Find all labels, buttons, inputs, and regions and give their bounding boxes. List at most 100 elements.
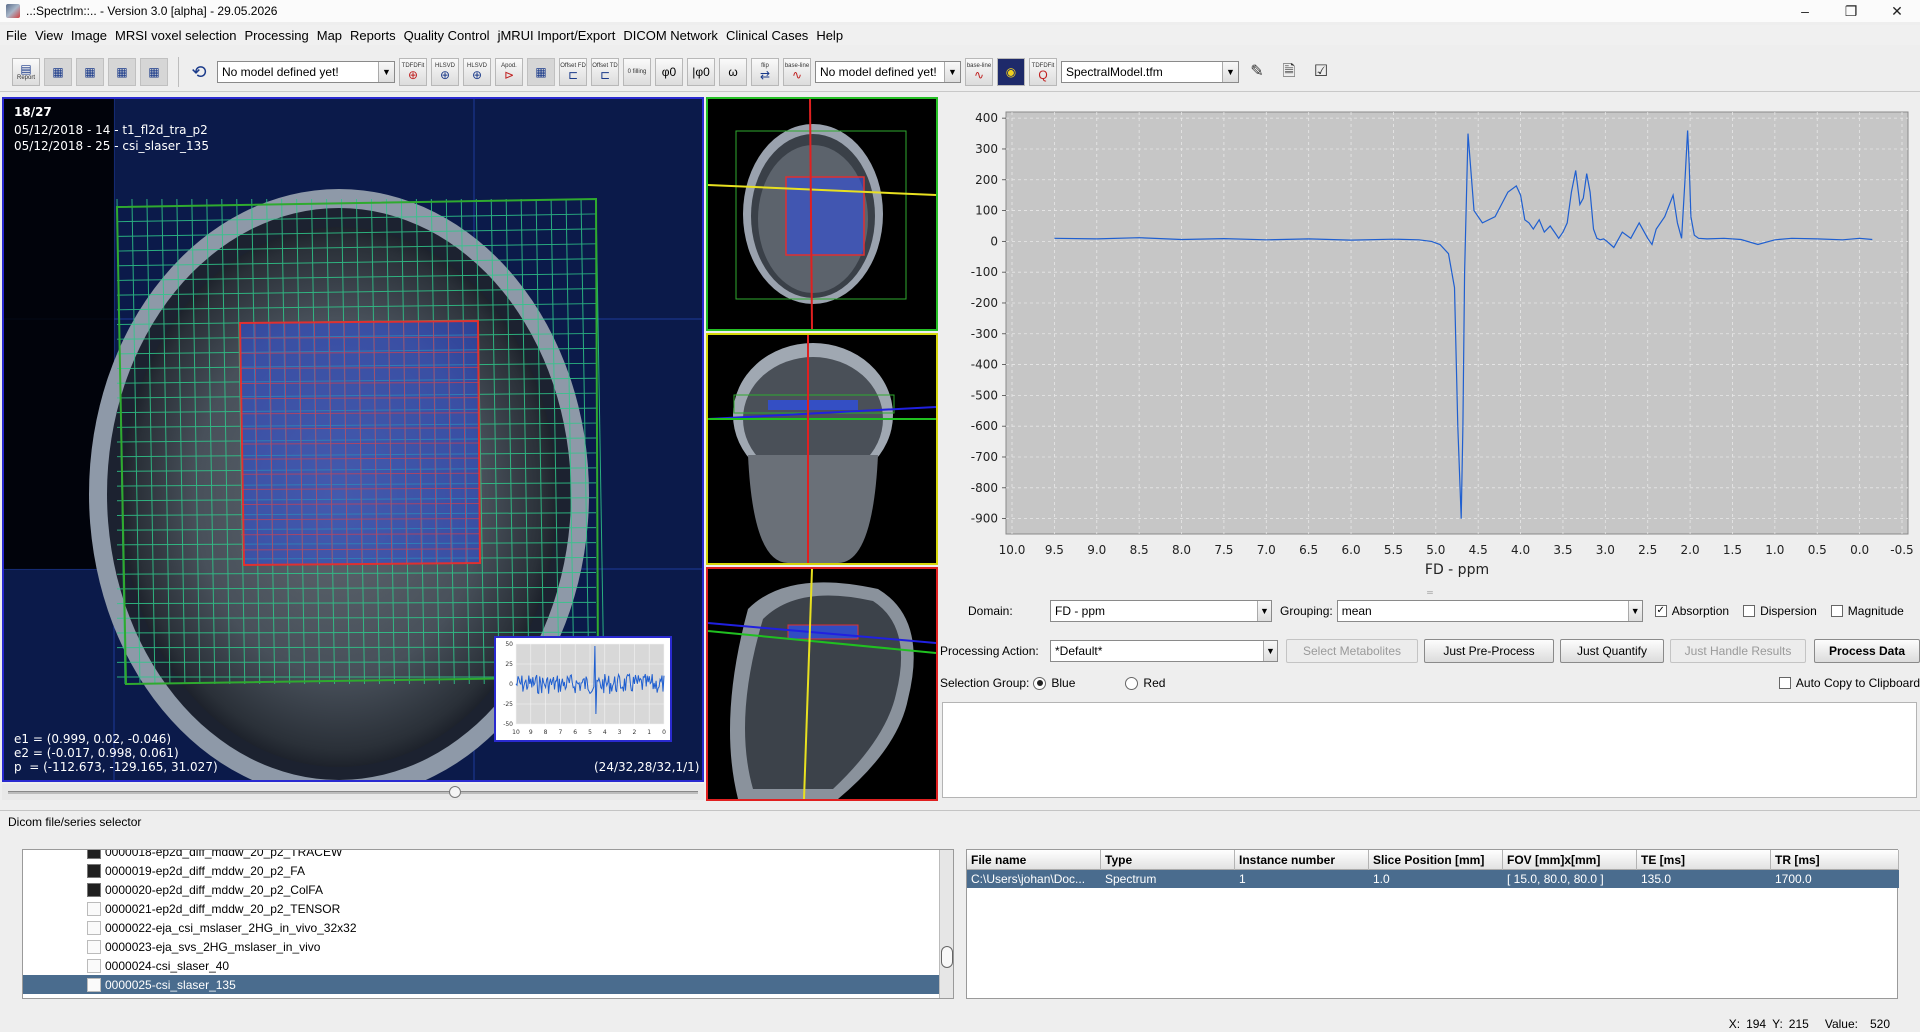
menu-mrsi-voxel-selection[interactable]: MRSI voxel selection [115, 28, 236, 43]
list-item[interactable]: 0000024-csi_slaser_40 [23, 956, 941, 975]
domain-select[interactable]: FD - ppm ▼ [1050, 600, 1272, 622]
baseline-button[interactable]: base-line ∿ [783, 57, 811, 86]
offset-td-button[interactable]: Offset TD ⊏ [591, 57, 619, 86]
abs-phase-zero-button[interactable]: |φ0 [687, 57, 715, 86]
list-item[interactable]: 0000021-ep2d_diff_mddw_20_p2_TENSOR [23, 899, 941, 918]
layout-3-button[interactable]: ▦ [108, 57, 136, 86]
red-radio[interactable] [1125, 676, 1139, 690]
menu-view[interactable]: View [35, 28, 63, 43]
offset-icon: ⊏ [599, 67, 611, 82]
tdfdfit-button[interactable]: TDFDFit ⊕ [399, 57, 427, 86]
list-item[interactable]: 0000020-ep2d_diff_mddw_20_p2_ColFA [23, 880, 941, 899]
spectrum-chart[interactable]: 400 300 200 100 0 -100 -200 -300 -400 -500 -600 -70… [944, 106, 1918, 582]
menu-jmrui-import-export[interactable]: jMRUI Import/Export [498, 28, 616, 43]
process-data-button[interactable]: Process Data [1814, 639, 1920, 663]
checklist-button[interactable]: ☑ [1307, 58, 1335, 86]
series-label: 0000024-csi_slaser_40 [105, 958, 230, 973]
phase-zero-button[interactable]: φ0 [655, 57, 683, 86]
refresh-button[interactable]: ⟲ [185, 58, 213, 86]
slice-slider[interactable] [2, 784, 704, 800]
just-quantify-button[interactable]: Just Quantify [1560, 639, 1664, 663]
just-handle-results-button[interactable]: Just Handle Results [1670, 639, 1806, 663]
y-tick-label: -700 [971, 450, 998, 464]
list-item[interactable]: 0000023-eja_svs_2HG_mslaser_in_vivo [23, 937, 941, 956]
absorption-option[interactable]: ✓ Absorption [1654, 604, 1729, 618]
menu-processing[interactable]: Processing [244, 28, 308, 43]
list-item-selected[interactable]: 0000025-csi_slaser_135 [23, 975, 941, 994]
apodization-button[interactable]: Apod. ⊳ [495, 57, 523, 86]
minimize-button[interactable]: – [1782, 0, 1828, 22]
flip-button[interactable]: flip ⇄ [751, 57, 779, 86]
menu-map[interactable]: Map [317, 28, 342, 43]
tdfdfit-2-button[interactable]: TDFDFit Q [1029, 57, 1057, 86]
omega-button[interactable]: ω [719, 57, 747, 86]
menu-quality-control[interactable]: Quality Control [404, 28, 490, 43]
model-file-value: SpectralModel.tfm [1066, 64, 1163, 79]
results-text-area[interactable] [942, 702, 1917, 798]
column-header[interactable]: File name [967, 850, 1101, 870]
file-table[interactable]: File name Type Instance number Slice Pos… [966, 849, 1899, 999]
blue-radio[interactable] [1033, 676, 1047, 690]
list-item[interactable]: 0000022-eja_csi_mslaser_2HG_in_vivo_32x3… [23, 918, 941, 937]
magnitude-option[interactable]: Magnitude [1830, 604, 1904, 618]
slider-knob[interactable] [448, 786, 461, 798]
offset-fd-button[interactable]: Offset FD ⊏ [559, 57, 587, 86]
menu-reports[interactable]: Reports [350, 28, 396, 43]
list-item[interactable]: 0000018-ep2d_diff_mddw_20_p2_TRACEW [23, 850, 941, 861]
menu-image[interactable]: Image [71, 28, 107, 43]
magnitude-checkbox[interactable] [1830, 605, 1843, 617]
document-settings-button[interactable]: 🗎 [1275, 58, 1303, 86]
voxel-spectrum-inset[interactable]: 50 25 0 -25 -50 10 9 8 7 6 5 4 3 2 1 0 [494, 636, 672, 742]
column-header[interactable]: Slice Position [mm] [1369, 850, 1503, 870]
blue-group-option[interactable]: Blue [1033, 676, 1075, 690]
spectrum-series-icon [87, 958, 101, 973]
hlsvd-2-button[interactable]: HLSVD ⊕ [463, 57, 491, 86]
disabled-tool-button[interactable]: ▦ [527, 57, 555, 86]
zero-filling-button[interactable]: 0 filling [623, 57, 651, 86]
dispersion-checkbox[interactable] [1743, 605, 1756, 617]
lcmodel-button[interactable]: ◉ [997, 57, 1025, 86]
menu-help[interactable]: Help [816, 28, 843, 43]
series-tree[interactable]: 0000018-ep2d_diff_mddw_20_p2_TRACEW 0000… [22, 849, 954, 999]
layout-4-button[interactable]: ▦ [140, 57, 168, 86]
column-header[interactable]: Type [1101, 850, 1235, 870]
just-preprocess-button[interactable]: Just Pre-Process [1424, 639, 1554, 663]
grouping-select[interactable]: mean ▼ [1336, 600, 1643, 622]
x-tick-label: 10.0 [999, 543, 1026, 557]
layout-1-button[interactable]: ▦ [44, 57, 72, 86]
table-row[interactable]: C:\Users\johan\Doc... Spectrum 1 1.0 [ 1… [967, 870, 1899, 888]
axial-thumbnail[interactable] [706, 97, 938, 331]
sagittal-thumbnail[interactable] [706, 567, 938, 801]
menu-file[interactable]: File [6, 28, 27, 43]
scrollbar-thumb[interactable] [941, 946, 953, 968]
maximize-button[interactable]: ❐ [1828, 0, 1874, 22]
close-button[interactable]: ✕ [1874, 0, 1920, 22]
menu-clinical-cases[interactable]: Clinical Cases [726, 28, 808, 43]
model-file-combo[interactable]: SpectralModel.tfm ▼ [1061, 60, 1239, 83]
dispersion-option[interactable]: Dispersion [1743, 604, 1817, 618]
auto-copy-option[interactable]: Auto Copy to Clipboard [1778, 676, 1920, 690]
tree-scrollbar[interactable] [939, 850, 953, 998]
list-item[interactable]: 0000019-ep2d_diff_mddw_20_p2_FA [23, 861, 941, 880]
menu-dicom-network[interactable]: DICOM Network [623, 28, 718, 43]
baseline-2-button[interactable]: base-line ∿ [965, 57, 993, 86]
select-metabolites-button[interactable]: Select Metabolites [1286, 639, 1418, 663]
layout-2-button[interactable]: ▦ [76, 57, 104, 86]
absorption-checkbox[interactable]: ✓ [1654, 605, 1667, 617]
main-image-viewer[interactable]: 18/27 05/12/2018 - 14 - t1_fl2d_tra_p2 0… [2, 97, 704, 782]
edit-model-button[interactable]: ✎ [1243, 58, 1271, 86]
report-button[interactable]: ▤ Report [12, 57, 40, 86]
auto-copy-checkbox[interactable] [1778, 677, 1791, 689]
hlsvd-button[interactable]: HLSVD ⊕ [431, 57, 459, 86]
model-combo-2[interactable]: No model defined yet! ▼ [815, 60, 961, 83]
model-combo-1[interactable]: No model defined yet! ▼ [217, 60, 395, 83]
y-tick-label: -300 [971, 327, 998, 341]
column-header[interactable]: FOV [mm]x[mm] [1503, 850, 1637, 870]
column-header[interactable]: TE [ms] [1637, 850, 1771, 870]
horizontal-splitter[interactable]: ═ [940, 588, 1920, 597]
column-header[interactable]: TR [ms] [1771, 850, 1899, 870]
processing-action-select[interactable]: *Default* ▼ [1050, 640, 1278, 662]
column-header[interactable]: Instance number [1235, 850, 1369, 870]
red-group-option[interactable]: Red [1125, 676, 1165, 690]
coronal-thumbnail[interactable] [706, 333, 938, 565]
